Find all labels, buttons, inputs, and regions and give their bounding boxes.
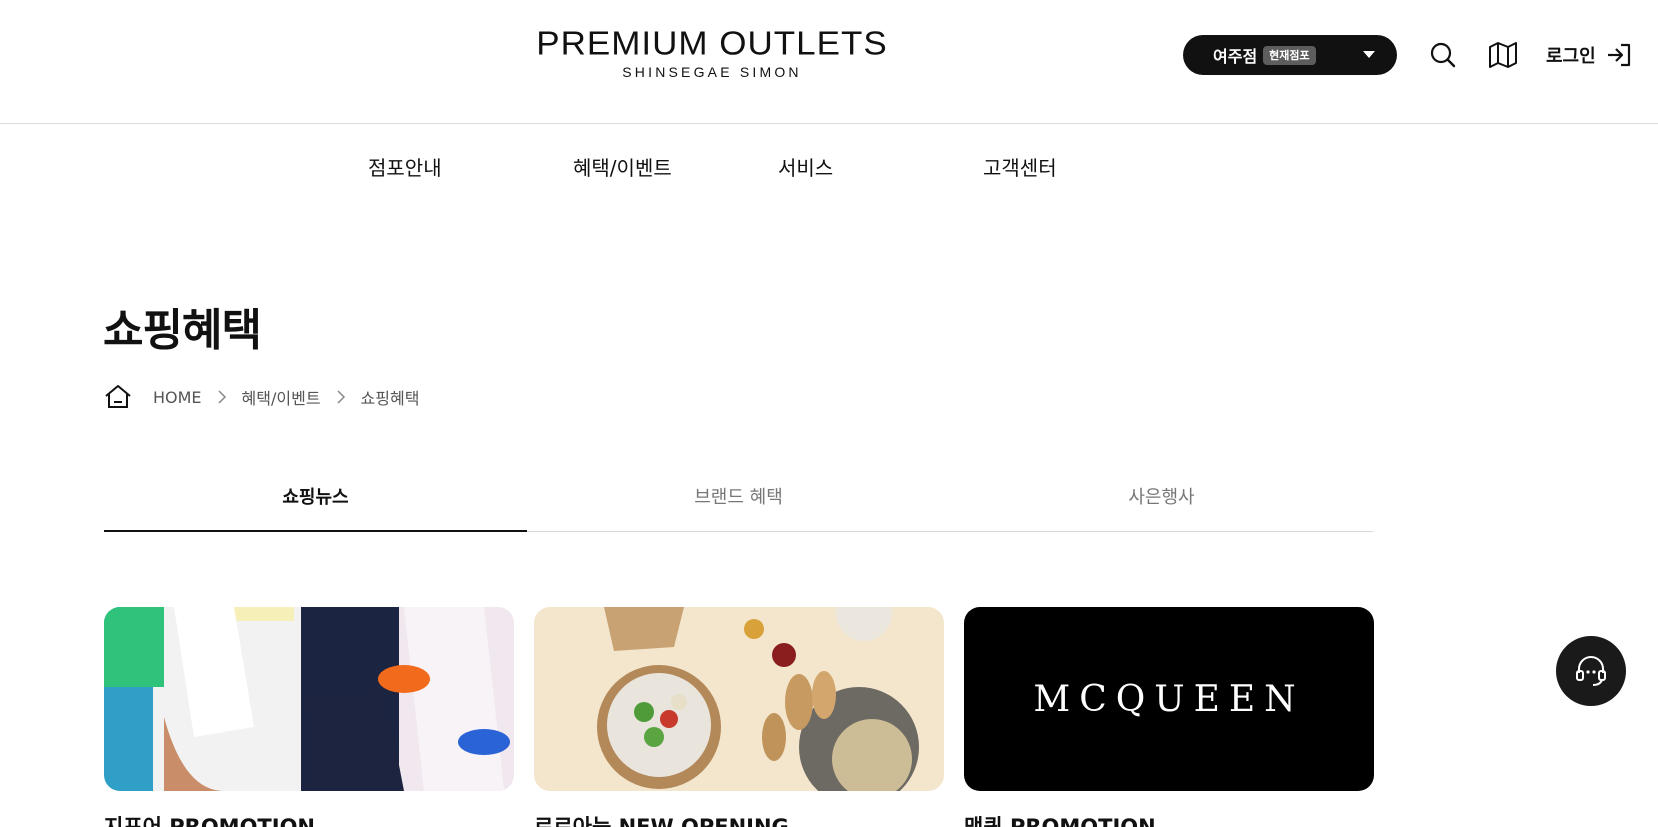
card-title: 로로아늑 NEW OPENING (534, 815, 789, 827)
card-title: 지포어 PROMOTION (104, 815, 315, 827)
gnb-item-store-info[interactable]: 점포안내 (368, 152, 442, 181)
golf-apparel-image (104, 607, 510, 791)
store-selector[interactable]: 여주점 현재점포 (1183, 35, 1397, 75)
chat-help-button[interactable] (1556, 636, 1626, 706)
gnb-item-benefits-events[interactable]: 혜택/이벤트 (573, 152, 672, 181)
headset-icon (1576, 656, 1606, 686)
benefit-tabs: 쇼핑뉴스 브랜드 혜택 사은행사 (104, 466, 1373, 532)
search-icon[interactable] (1429, 41, 1457, 69)
promo-card[interactable]: 지포어 PROMOTION (104, 607, 514, 827)
store-name: 여주점 (1213, 47, 1258, 66)
breadcrumb-benefits-events[interactable]: 혜택/이벤트 (242, 385, 321, 409)
login-button[interactable]: 로그인 (1546, 40, 1632, 70)
site-logo[interactable]: PREMIUM OUTLETS SHINSEGAE SIMON (487, 26, 937, 80)
logo-main-text: PREMIUM OUTLETS (536, 25, 888, 63)
chevron-right-icon (337, 390, 345, 404)
card-image: MCQUEEN (964, 607, 1374, 791)
promo-card[interactable]: 로로아늑 NEW OPENING (534, 607, 944, 827)
map-icon[interactable] (1488, 41, 1518, 69)
tab-brand-benefits[interactable]: 브랜드 혜택 (527, 466, 950, 531)
food-table-image (597, 607, 919, 791)
caret-down-icon (1363, 51, 1375, 58)
logo-sub-text: SHINSEGAE SIMON (622, 64, 802, 80)
breadcrumb-home[interactable]: HOME (153, 388, 202, 407)
breadcrumb-current: 쇼핑혜택 (360, 389, 420, 408)
card-title: 맥퀸 PROMOTION (964, 815, 1156, 827)
mcqueen-logo: MCQUEEN (1033, 678, 1305, 720)
current-store-badge: 현재점포 (1263, 45, 1316, 65)
site-header: PREMIUM OUTLETS SHINSEGAE SIMON 여주점 현재점포… (0, 0, 1658, 124)
breadcrumb: HOME 혜택/이벤트 쇼핑혜택 (103, 381, 419, 413)
page-title: 쇼핑혜택 (103, 305, 262, 356)
card-image (104, 607, 514, 791)
login-icon (1607, 43, 1630, 67)
card-image (534, 607, 944, 791)
chevron-right-icon (218, 390, 226, 404)
tab-gift-events[interactable]: 사은행사 (950, 466, 1373, 531)
home-icon[interactable] (103, 382, 133, 412)
login-label: 로그인 (1546, 46, 1596, 67)
gnb-item-services[interactable]: 서비스 (778, 152, 833, 181)
global-nav: 점포안내 혜택/이벤트 서비스 고객센터 (0, 124, 1658, 214)
promo-card[interactable]: MCQUEEN 맥퀸 PROMOTION (964, 607, 1374, 827)
tab-shopping-news[interactable]: 쇼핑뉴스 (104, 466, 527, 532)
gnb-item-customer-center[interactable]: 고객센터 (983, 152, 1057, 181)
